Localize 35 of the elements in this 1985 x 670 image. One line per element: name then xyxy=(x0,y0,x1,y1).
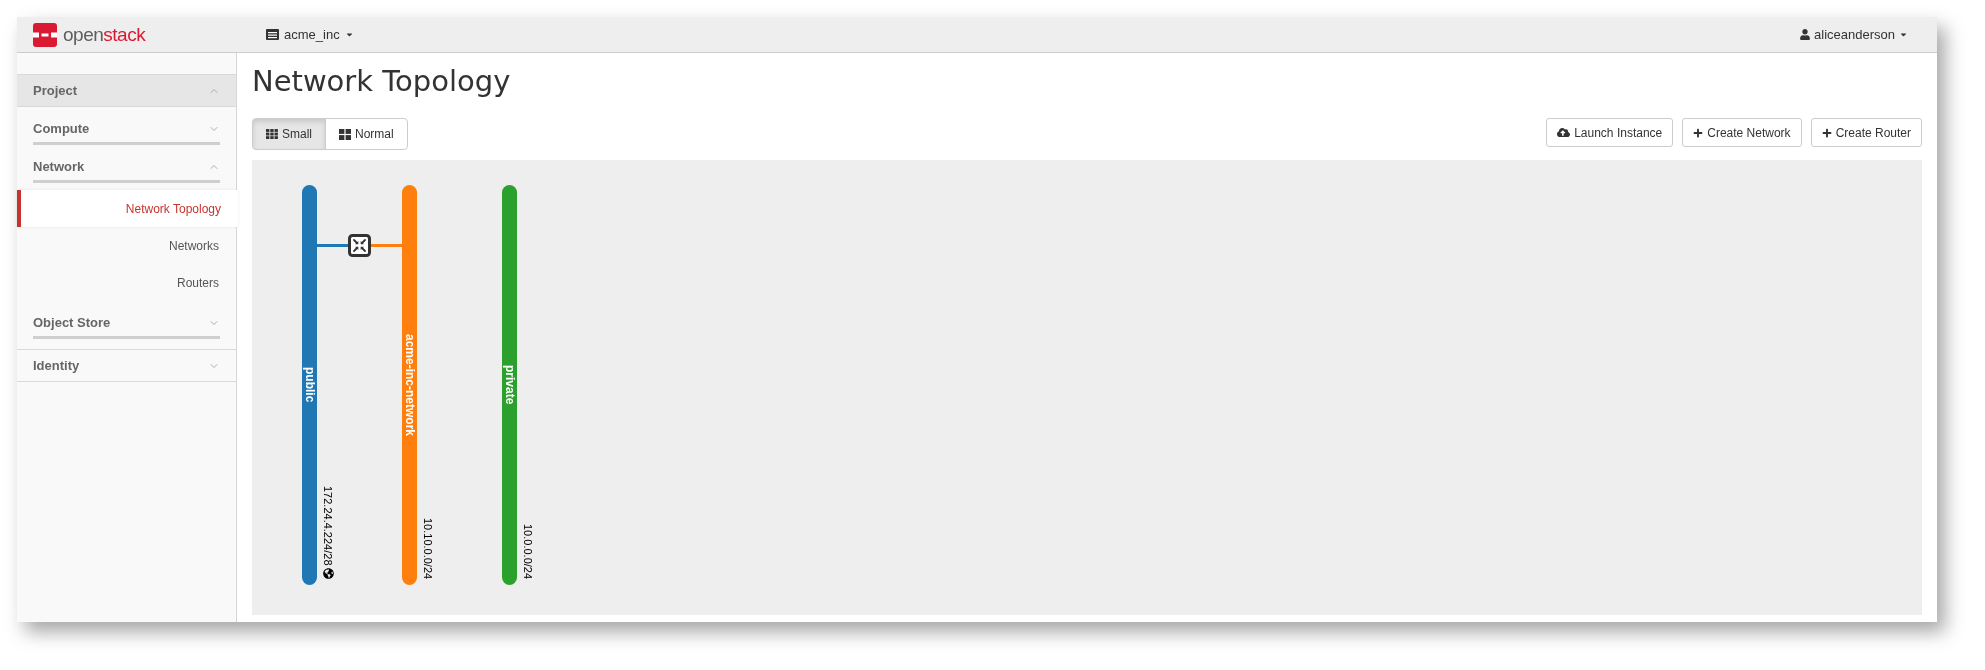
large-grid-icon xyxy=(339,128,351,140)
logo-text: openstack xyxy=(63,22,146,47)
plus-icon xyxy=(1821,127,1832,138)
action-button[interactable]: Create Router xyxy=(1810,118,1922,147)
cloud-upload-icon xyxy=(1557,126,1571,139)
sidebar-group-header[interactable]: Compute xyxy=(33,107,220,145)
subnet-cidr: 172.24.4.224/28 xyxy=(322,486,334,566)
list-icon xyxy=(266,29,279,40)
grid-icon xyxy=(266,129,278,139)
user-icon xyxy=(1800,29,1811,40)
network-name: acme-inc-network xyxy=(402,334,417,436)
user-menu[interactable]: aliceanderson xyxy=(1800,24,1908,45)
view-toggle-button[interactable]: Normal xyxy=(325,118,408,150)
sidebar-group-header[interactable]: Object Store xyxy=(33,301,220,339)
action-button[interactable]: Create Network xyxy=(1682,118,1802,147)
logo-icon xyxy=(33,22,57,47)
sidebar-link[interactable]: Network Topology xyxy=(17,190,238,227)
caret-icon xyxy=(1899,30,1908,39)
sidebar-panel-header[interactable]: Project xyxy=(17,74,236,107)
action-button[interactable]: Launch Instance xyxy=(1546,118,1674,147)
subnet-cidr: 10.0.0.0/24 xyxy=(522,523,534,579)
project-menu[interactable]: acme_inc xyxy=(266,24,354,45)
sidebar-link[interactable]: Routers xyxy=(17,264,236,301)
view-toggle-button[interactable]: Small xyxy=(252,118,326,150)
network-name: private xyxy=(502,365,517,405)
network-bar[interactable]: public xyxy=(302,185,317,585)
caret-icon xyxy=(344,30,354,39)
network-name: public xyxy=(302,367,317,403)
router-icon[interactable] xyxy=(348,234,371,257)
sidebar-panel-header[interactable]: Identity xyxy=(17,349,236,382)
plus-icon xyxy=(1693,127,1704,138)
sidebar-link[interactable]: Networks xyxy=(17,227,236,264)
page-title: Network Topology xyxy=(252,63,511,100)
subnet-cidr: 10.10.0.0/24 xyxy=(422,517,434,579)
sidebar-group-header[interactable]: Network xyxy=(33,145,220,183)
